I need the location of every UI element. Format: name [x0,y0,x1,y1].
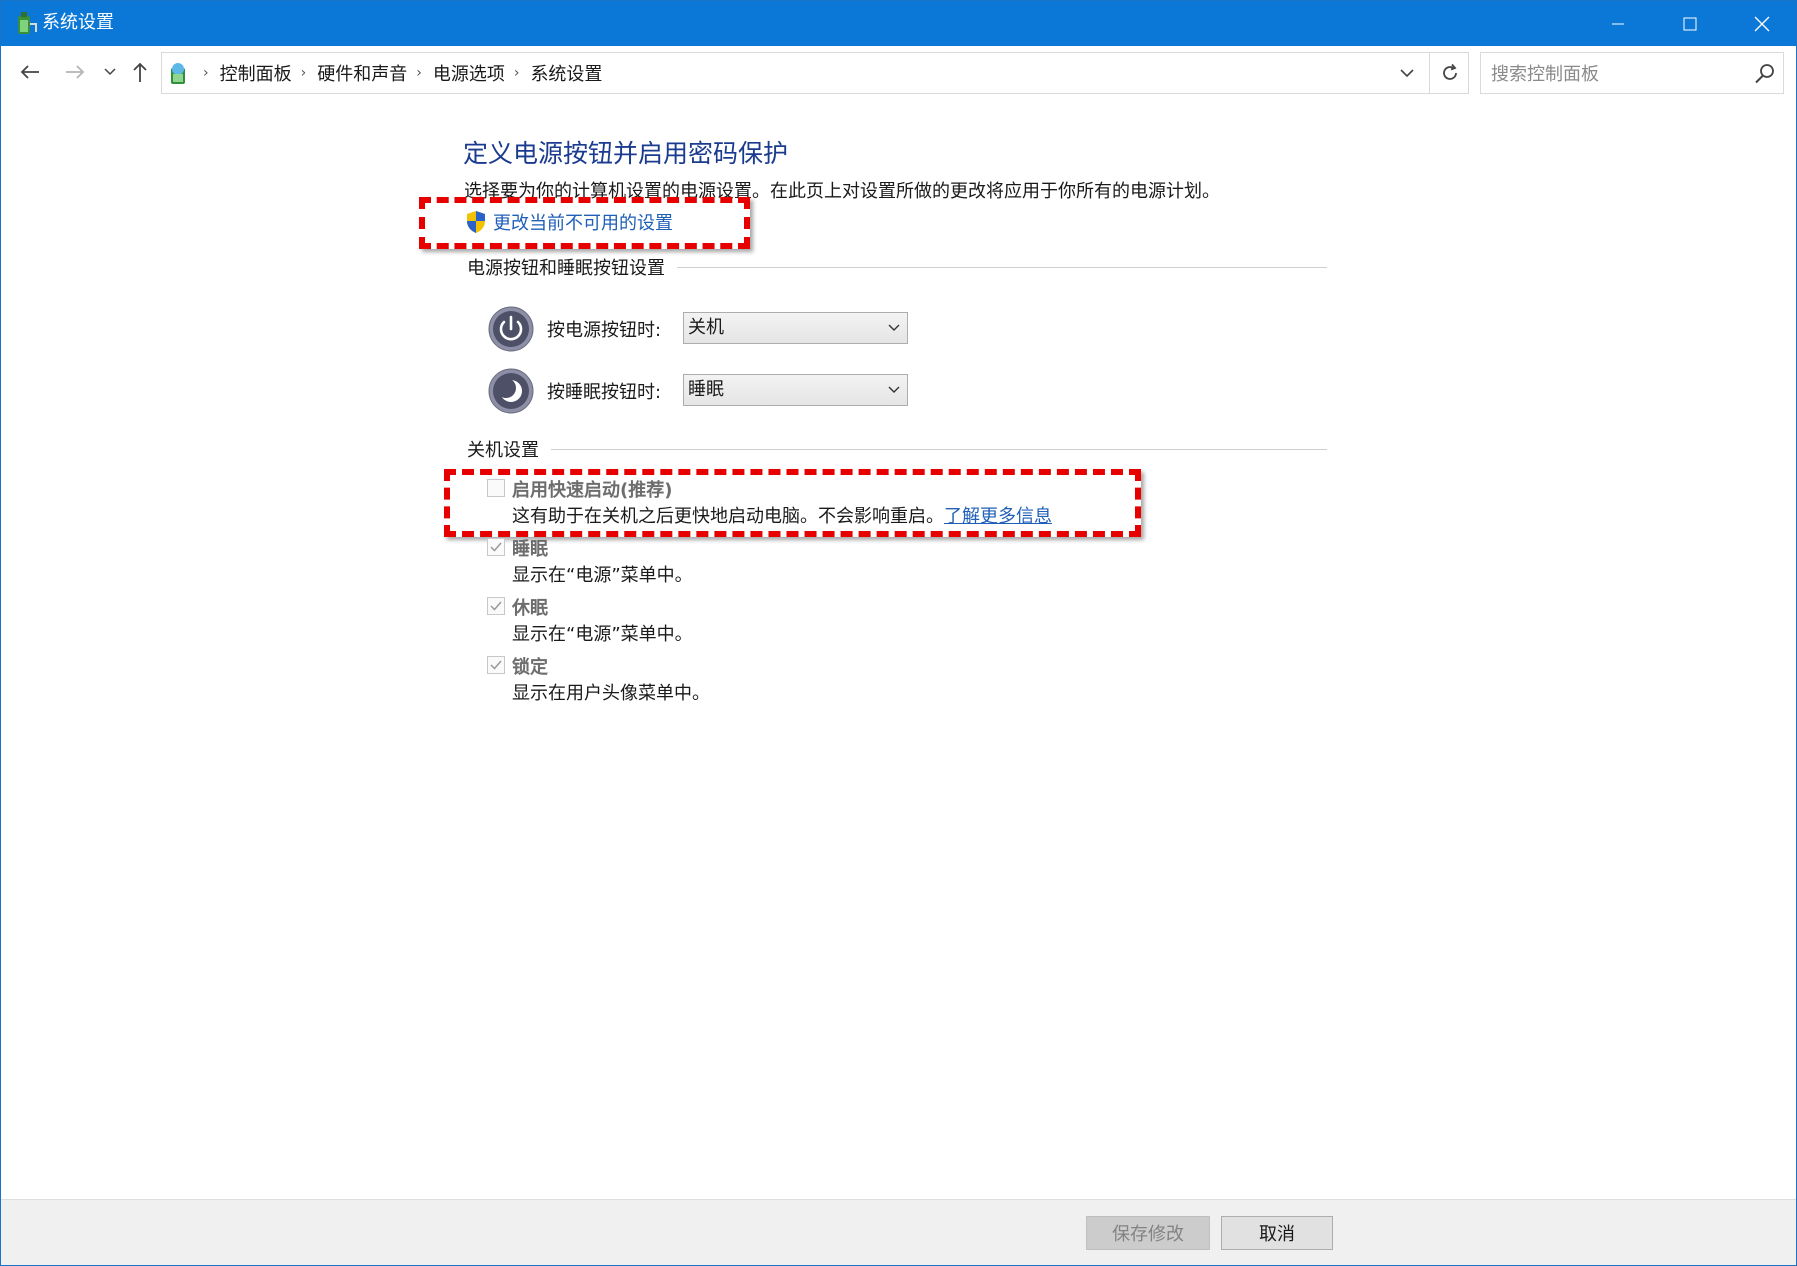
group-divider [677,266,1327,268]
breadcrumb-separator[interactable]: › [514,65,520,81]
group-header-label: 电源按钮和睡眠按钮设置 [467,258,665,279]
recent-locations-button[interactable] [99,56,121,88]
breadcrumb-separator[interactable]: › [301,65,307,81]
page-title: 定义电源按钮并启用密码保护 [463,139,789,168]
chevron-down-icon [888,386,900,393]
breadcrumb-item-system-settings[interactable]: 系统设置 [530,60,602,86]
checkmark-icon [490,601,502,611]
search-input[interactable] [1481,53,1753,95]
sleep-option-description: 显示在“电源”菜单中。 [512,565,693,586]
power-buttons-group-header: 电源按钮和睡眠按钮设置 [467,254,1327,280]
forward-button[interactable] [58,56,92,88]
chevron-down-icon [104,68,116,76]
close-button[interactable] [1726,1,1796,46]
sleep-button-action-select[interactable]: 睡眠 [683,374,908,406]
annotation-highlight-box [444,469,1141,537]
breadcrumb-separator[interactable]: › [416,65,422,81]
back-button[interactable] [13,56,47,88]
arrow-left-icon [20,65,39,79]
refresh-icon [1442,63,1457,80]
breadcrumb-item-power-options[interactable]: 电源选项 [433,60,505,86]
lock-option-label: 锁定 [512,657,548,678]
moon-icon [488,368,534,414]
lock-checkbox[interactable] [487,656,505,674]
window-title: 系统设置 [42,12,114,33]
power-button-action-select[interactable]: 关机 [683,312,908,344]
chevron-down-icon [1400,68,1414,77]
control-panel-icon [171,63,185,84]
chevron-down-icon [888,324,900,331]
control-panel-window: 系统设置 › 控制面板 › 硬件和声音 › 电源选项 › 系统设置 搜索控制面板… [0,0,1797,1266]
close-icon [1754,16,1770,31]
main-content: 定义电源按钮并启用密码保护 选择要为你的计算机设置的电源设置。在此页上对设置所做… [1,101,1796,1199]
footer-bar: 保存修改 取消 [1,1199,1796,1265]
group-header-label: 关机设置 [467,440,539,461]
power-icon [488,306,534,352]
sleep-option-label: 睡眠 [512,539,548,560]
sleep-button-selected-value: 睡眠 [688,379,724,400]
hibernate-option-label: 休眠 [512,598,548,619]
sleep-checkbox[interactable] [487,538,505,556]
refresh-button[interactable] [1429,53,1469,93]
checkmark-icon [490,542,502,552]
power-options-app-icon [18,12,37,34]
address-bar[interactable]: › 控制面板 › 硬件和声音 › 电源选项 › 系统设置 [161,52,1469,94]
arrow-up-icon [133,62,147,82]
maximize-button[interactable] [1654,1,1726,46]
search-box [1480,52,1784,95]
shutdown-settings-group-header: 关机设置 [467,436,1327,462]
minimize-icon [1612,23,1624,24]
breadcrumb-separator: › [203,65,209,81]
title-bar: 系统设置 [1,1,1796,46]
navigation-bar: › 控制面板 › 硬件和声音 › 电源选项 › 系统设置 [1,46,1796,101]
save-changes-button[interactable]: 保存修改 [1086,1216,1210,1250]
address-history-dropdown[interactable] [1387,53,1427,93]
checkmark-icon [490,660,502,670]
hibernate-checkbox[interactable] [487,597,505,615]
breadcrumb-item-hardware-sound[interactable]: 硬件和声音 [317,60,407,86]
maximize-icon [1683,17,1697,30]
sleep-button-label: 按睡眠按钮时: [547,382,662,403]
up-button[interactable] [125,56,155,88]
arrow-right-icon [66,65,85,79]
breadcrumb: › 控制面板 › 硬件和声音 › 电源选项 › 系统设置 [194,53,602,93]
search-icon[interactable] [1754,63,1776,85]
minimize-button[interactable] [1582,1,1654,46]
hibernate-option-description: 显示在“电源”菜单中。 [512,624,693,645]
power-button-selected-value: 关机 [688,317,724,338]
breadcrumb-item-control-panel[interactable]: 控制面板 [220,60,292,86]
group-divider [551,448,1327,450]
annotation-highlight-box [419,197,750,249]
cancel-button[interactable]: 取消 [1221,1216,1333,1250]
power-button-label: 按电源按钮时: [547,320,662,341]
lock-option-description: 显示在用户头像菜单中。 [512,683,710,704]
